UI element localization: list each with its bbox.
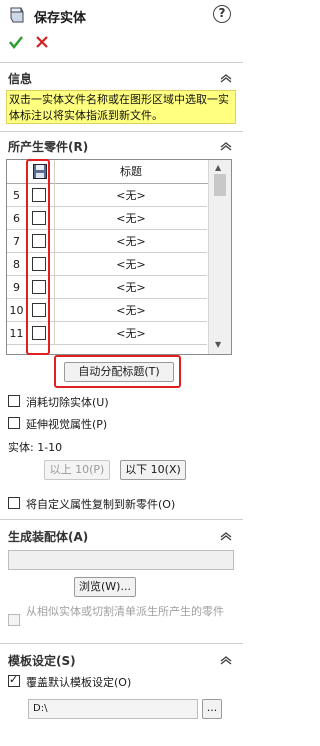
highlight-frame (26, 159, 50, 355)
collapse-chevron-icon[interactable] (220, 531, 232, 541)
help-icon[interactable]: ? (213, 5, 231, 23)
consume-cut-bodies-checkbox[interactable] (8, 395, 20, 407)
row-title-cell[interactable]: <无> (54, 253, 207, 276)
template-section-title: 模板设定(S) (8, 654, 76, 668)
row-number: 6 (7, 207, 27, 230)
bodies-range-label: 实体: 1-10 (8, 441, 63, 454)
next-10-button[interactable]: 以下 10(X) (120, 460, 186, 480)
assembly-path-input[interactable] (8, 550, 234, 570)
info-section-title: 信息 (8, 72, 33, 86)
page-title: 保存实体 (34, 11, 87, 26)
previous-10-button[interactable]: 以上 10(P) (44, 460, 110, 480)
scroll-up-arrow-icon[interactable]: ▲ (215, 163, 221, 172)
derive-resulting-parts-checkbox[interactable] (8, 614, 20, 626)
collapse-chevron-icon[interactable] (220, 655, 232, 665)
row-title-cell[interactable]: <无> (54, 299, 207, 322)
divider (0, 62, 243, 63)
row-number: 7 (7, 230, 27, 253)
row-number: 5 (7, 184, 27, 207)
extend-visual-properties-label: 延伸视觉属性(P) (26, 418, 108, 431)
scroll-down-arrow-icon[interactable]: ▼ (215, 340, 221, 349)
table-scrollbar[interactable]: ▲ ▼ (208, 160, 231, 354)
save-bodies-icon (10, 7, 24, 23)
row-title-cell[interactable]: <无> (54, 322, 207, 345)
row-number: 8 (7, 253, 27, 276)
row-number: 11 (7, 322, 27, 345)
scrollbar-thumb[interactable] (214, 174, 226, 196)
row-title-cell[interactable]: <无> (54, 276, 207, 299)
divider (0, 643, 243, 644)
divider (0, 519, 243, 520)
derive-resulting-parts-label: 从相似实体或切割清单派生所产生的零件 (26, 605, 224, 618)
consume-cut-bodies-label: 消耗切除实体(U) (26, 396, 109, 409)
cancel-x-icon[interactable] (34, 34, 50, 50)
browse-button[interactable]: 浏览(W)... (74, 577, 136, 597)
row-title-cell[interactable]: <无> (54, 184, 207, 207)
row-number: 10 (7, 299, 27, 322)
parts-section-title: 所产生零件(R) (8, 140, 89, 154)
assembly-section-title: 生成装配体(A) (8, 530, 89, 544)
copy-custom-properties-label: 将自定义属性复制到新零件(O) (26, 498, 176, 511)
info-message: 双击一实体文件名称或在图形区域中选取一实体标注以将实体指派到新文件。 (6, 90, 236, 124)
template-browse-button[interactable]: ... (202, 699, 222, 719)
row-number: 9 (7, 276, 27, 299)
collapse-chevron-icon[interactable] (220, 141, 232, 151)
row-title-cell[interactable]: <无> (54, 230, 207, 253)
title-column-header[interactable]: 标题 (54, 160, 207, 184)
template-path-input[interactable]: D:\ (28, 699, 198, 719)
override-template-checkbox[interactable] (8, 673, 20, 687)
copy-custom-properties-checkbox[interactable] (8, 497, 20, 509)
row-title-cell[interactable]: <无> (54, 207, 207, 230)
ok-check-icon[interactable] (8, 34, 24, 50)
override-template-label: 覆盖默认模板设定(O) (26, 676, 132, 689)
divider (0, 131, 243, 132)
collapse-chevron-icon[interactable] (220, 73, 232, 83)
highlight-frame (54, 355, 181, 388)
extend-visual-properties-checkbox[interactable] (8, 417, 20, 429)
